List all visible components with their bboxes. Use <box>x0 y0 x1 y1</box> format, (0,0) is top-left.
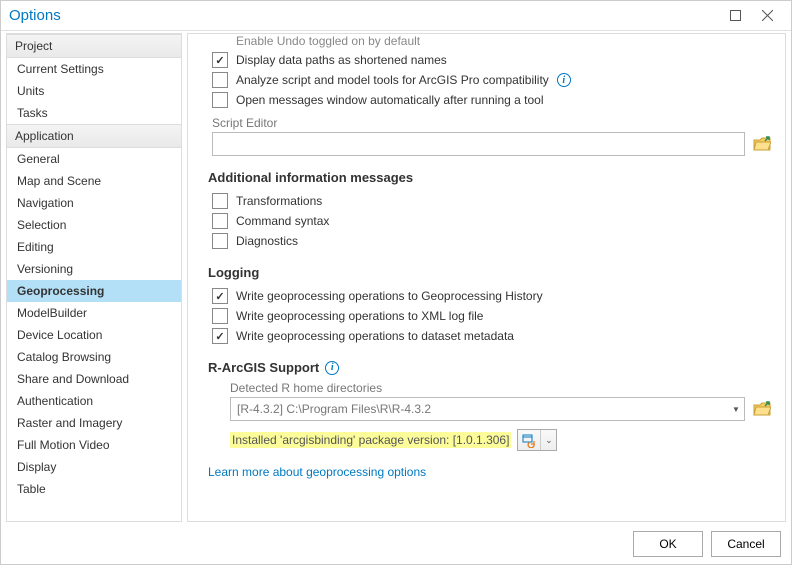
sidebar-item-editing[interactable]: Editing <box>7 236 181 258</box>
dropdown-value: [R-4.3.2] C:\Program Files\R\R-4.3.2 <box>231 402 728 416</box>
sidebar-item-current-settings[interactable]: Current Settings <box>7 58 181 80</box>
sidebar[interactable]: Project Current Settings Units Tasks App… <box>6 33 182 522</box>
checkbox-icon[interactable] <box>212 92 228 108</box>
checkbox-icon[interactable] <box>212 233 228 249</box>
section-logging: Logging <box>208 265 773 280</box>
info-icon[interactable]: i <box>325 361 339 375</box>
option-log-xml[interactable]: Write geoprocessing operations to XML lo… <box>212 306 773 326</box>
browse-folder-icon[interactable] <box>751 134 773 154</box>
checkbox-icon[interactable] <box>212 72 228 88</box>
package-action-button[interactable]: ⌄ <box>517 429 557 451</box>
option-display-paths[interactable]: Display data paths as shortened names <box>212 50 773 70</box>
checkbox-icon[interactable] <box>212 52 228 68</box>
script-editor-input[interactable] <box>212 132 745 156</box>
dialog-footer: OK Cancel <box>1 524 791 564</box>
info-icon[interactable]: i <box>557 73 571 87</box>
option-open-messages[interactable]: Open messages window automatically after… <box>212 90 773 110</box>
chevron-down-icon[interactable]: ▼ <box>728 405 744 414</box>
sidebar-item-geoprocessing[interactable]: Geoprocessing <box>7 280 181 302</box>
script-editor-label: Script Editor <box>212 116 773 130</box>
sidebar-item-selection[interactable]: Selection <box>7 214 181 236</box>
option-transformations[interactable]: Transformations <box>212 191 773 211</box>
sidebar-item-map-and-scene[interactable]: Map and Scene <box>7 170 181 192</box>
window-title: Options <box>9 7 719 24</box>
sidebar-item-tasks[interactable]: Tasks <box>7 102 181 124</box>
chevron-down-icon[interactable]: ⌄ <box>540 430 556 450</box>
sidebar-item-table[interactable]: Table <box>7 478 181 500</box>
option-label: Analyze script and model tools for ArcGI… <box>236 73 549 87</box>
option-analyze-tools[interactable]: Analyze script and model tools for ArcGI… <box>212 70 773 90</box>
section-r-arcgis: R-ArcGIS Support i <box>208 360 773 375</box>
sidebar-group-project[interactable]: Project <box>7 34 181 58</box>
titlebar: Options <box>1 1 791 31</box>
checkbox-icon[interactable] <box>212 213 228 229</box>
option-log-history[interactable]: Write geoprocessing operations to Geopro… <box>212 286 773 306</box>
sidebar-item-navigation[interactable]: Navigation <box>7 192 181 214</box>
content-panel: Enable Undo toggled on by default Displa… <box>187 33 786 522</box>
option-diagnostics[interactable]: Diagnostics <box>212 231 773 251</box>
cancel-button[interactable]: Cancel <box>711 531 781 557</box>
sidebar-group-application[interactable]: Application <box>7 124 181 148</box>
sidebar-item-full-motion-video[interactable]: Full Motion Video <box>7 434 181 456</box>
sidebar-item-units[interactable]: Units <box>7 80 181 102</box>
sidebar-item-general[interactable]: General <box>7 148 181 170</box>
option-label: Write geoprocessing operations to Geopro… <box>236 289 543 303</box>
learn-more-link[interactable]: Learn more about geoprocessing options <box>208 465 426 479</box>
installed-package-status: Installed 'arcgisbinding' package versio… <box>230 432 511 448</box>
ok-button[interactable]: OK <box>633 531 703 557</box>
checkbox-icon[interactable] <box>212 193 228 209</box>
checkbox-icon[interactable] <box>212 308 228 324</box>
section-additional-messages: Additional information messages <box>208 170 773 185</box>
sidebar-item-catalog-browsing[interactable]: Catalog Browsing <box>7 346 181 368</box>
sidebar-item-display[interactable]: Display <box>7 456 181 478</box>
maximize-button[interactable] <box>719 4 751 28</box>
checkbox-icon[interactable] <box>212 328 228 344</box>
sidebar-item-modelbuilder[interactable]: ModelBuilder <box>7 302 181 324</box>
option-label: Open messages window automatically after… <box>236 93 544 107</box>
sidebar-item-device-location[interactable]: Device Location <box>7 324 181 346</box>
section-heading-text: R-ArcGIS Support <box>208 360 319 375</box>
sidebar-item-share-download[interactable]: Share and Download <box>7 368 181 390</box>
checkbox-icon[interactable] <box>212 288 228 304</box>
browse-folder-icon[interactable] <box>751 399 773 419</box>
sidebar-item-raster-imagery[interactable]: Raster and Imagery <box>7 412 181 434</box>
detected-r-label: Detected R home directories <box>230 381 773 395</box>
detected-r-dropdown[interactable]: [R-4.3.2] C:\Program Files\R\R-4.3.2 ▼ <box>230 397 745 421</box>
option-label: Diagnostics <box>236 234 298 248</box>
sidebar-item-authentication[interactable]: Authentication <box>7 390 181 412</box>
option-label: Transformations <box>236 194 322 208</box>
option-enable-undo-cutoff: Enable Undo toggled on by default <box>236 34 773 48</box>
option-label: Write geoprocessing operations to XML lo… <box>236 309 483 323</box>
sidebar-item-versioning[interactable]: Versioning <box>7 258 181 280</box>
option-label: Command syntax <box>236 214 329 228</box>
close-button[interactable] <box>751 4 783 28</box>
refresh-icon <box>518 432 540 448</box>
option-command-syntax[interactable]: Command syntax <box>212 211 773 231</box>
option-log-metadata[interactable]: Write geoprocessing operations to datase… <box>212 326 773 346</box>
option-label: Display data paths as shortened names <box>236 53 447 67</box>
option-label: Write geoprocessing operations to datase… <box>236 329 514 343</box>
